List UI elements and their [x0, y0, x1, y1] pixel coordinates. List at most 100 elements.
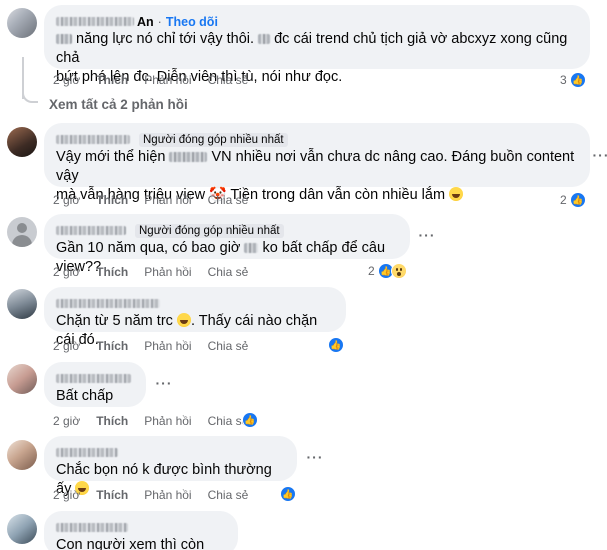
- author-row: [56, 295, 334, 312]
- separator-dot: ·: [157, 14, 162, 29]
- reaction-count: 2: [368, 264, 375, 278]
- reply-button[interactable]: Phản hồi: [144, 265, 191, 279]
- reaction-summary[interactable]: 👍: [328, 337, 344, 353]
- author-name[interactable]: An: [137, 15, 154, 29]
- share-button[interactable]: Chia sẻ: [208, 339, 249, 353]
- comment-feed: An · Theo dõi năng lực nó chỉ tới vậy th…: [0, 0, 607, 550]
- author-name-redacted[interactable]: [56, 226, 126, 235]
- more-options-icon[interactable]: ···: [417, 228, 437, 244]
- avatar[interactable]: [7, 514, 37, 544]
- author-name-redacted[interactable]: [56, 374, 131, 383]
- timestamp[interactable]: 2 giờ: [53, 414, 80, 428]
- comment-bubble: Bất chấp: [44, 362, 146, 407]
- comment-text: năng lực nó chỉ tới vậy thôi. đc cái tre…: [56, 30, 578, 68]
- avatar[interactable]: [7, 289, 37, 319]
- reaction-summary[interactable]: 2 👍: [560, 192, 586, 208]
- reply-button[interactable]: Phản hồi: [144, 414, 191, 428]
- view-replies-link[interactable]: Xem tất cả 2 phản hồi: [49, 97, 188, 112]
- reply-button[interactable]: Phản hồi: [144, 73, 191, 87]
- comment-text: Vậy mới thể hiện VN nhiều nơi vẫn chưa d…: [56, 148, 578, 186]
- more-options-icon[interactable]: ···: [591, 148, 607, 164]
- comment-actions: 2 giờ Thích Phản hồi Chia sẻ: [53, 339, 264, 353]
- author-row: Người đóng góp nhiều nhất: [56, 222, 398, 239]
- comment-actions: 2 giờ Thích Phản hồi Chia sẻ: [53, 193, 264, 207]
- like-button[interactable]: Thích: [96, 73, 128, 87]
- reaction-count: 3: [560, 73, 567, 87]
- author-name-redacted[interactable]: [56, 17, 134, 26]
- comment-actions: 2 giờ Thích Phản hồi Chia sẻ: [53, 488, 264, 502]
- author-row: [56, 370, 134, 387]
- more-options-icon[interactable]: ···: [154, 376, 174, 392]
- timestamp[interactable]: 2 giờ: [53, 339, 80, 353]
- more-options-icon[interactable]: ···: [305, 450, 325, 466]
- wow-reaction-icon: [390, 263, 407, 279]
- comment-text-segment: Gần 10 năm qua, có bao giờ: [56, 240, 241, 256]
- like-reaction-icon: 👍: [242, 412, 258, 428]
- comment-bubble: Người đóng góp nhiều nhất Vậy mới thể hi…: [44, 123, 590, 203]
- timestamp[interactable]: 2 giờ: [53, 73, 80, 87]
- like-reaction-icon: 👍: [569, 192, 586, 208]
- redacted-word: [258, 34, 271, 45]
- reaction-summary[interactable]: 2 👍: [368, 263, 407, 279]
- like-button[interactable]: Thích: [96, 265, 128, 279]
- like-button[interactable]: Thích: [96, 339, 128, 353]
- comment-actions: 2 giờ Thích Phản hồi Chia sẻ: [53, 73, 264, 87]
- comment-text-segment: năng lực nó chỉ tới vậy thôi.: [76, 31, 255, 47]
- author-name-redacted[interactable]: [56, 523, 128, 532]
- redacted-word: [169, 152, 208, 163]
- reaction-count: 2: [560, 193, 567, 207]
- top-contributor-badge: Người đóng góp nhiều nhất: [135, 223, 284, 238]
- share-button[interactable]: Chia sẻ: [208, 193, 249, 207]
- author-row: [56, 519, 226, 536]
- comment-actions: 2 giờ Thích Phản hồi Chia sẻ: [53, 414, 264, 428]
- like-button[interactable]: Thích: [96, 193, 128, 207]
- laughing-emoji: [176, 313, 191, 327]
- author-row: An · Theo dõi: [56, 13, 578, 30]
- comment-text: Bất chấp: [56, 388, 114, 404]
- avatar[interactable]: [7, 217, 37, 247]
- follow-link[interactable]: Theo dõi: [166, 15, 218, 29]
- share-button[interactable]: Chia sẻ: [208, 488, 249, 502]
- like-reaction-icon: 👍: [569, 72, 586, 88]
- share-button[interactable]: Chia sẻ: [208, 73, 249, 87]
- author-name-redacted[interactable]: [56, 135, 130, 144]
- default-avatar-body: [12, 235, 32, 247]
- timestamp[interactable]: 2 giờ: [53, 488, 80, 502]
- comment-actions: 2 giờ Thích Phản hồi Chia sẻ: [53, 265, 264, 279]
- author-row: Người đóng góp nhiều nhất: [56, 131, 578, 148]
- avatar[interactable]: [7, 440, 37, 470]
- timestamp[interactable]: 2 giờ: [53, 193, 80, 207]
- laughing-emoji: [449, 187, 464, 201]
- redacted-word: [56, 34, 72, 45]
- like-reaction-icon: 👍: [328, 337, 344, 353]
- share-button[interactable]: Chia sẻ: [208, 265, 249, 279]
- comment-text: Con người xem thì còn làm :)): [56, 537, 205, 550]
- comment-bubble: Con người xem thì còn làm :)): [44, 511, 238, 550]
- author-name-redacted[interactable]: [56, 299, 160, 308]
- like-button[interactable]: Thích: [96, 488, 128, 502]
- avatar[interactable]: [7, 8, 37, 38]
- timestamp[interactable]: 2 giờ: [53, 265, 80, 279]
- author-row: [56, 444, 285, 461]
- thread-connector: [22, 87, 38, 103]
- comment-text-segment: Chặn từ 5 năm trc: [56, 313, 173, 329]
- like-button[interactable]: Thích: [96, 414, 128, 428]
- reaction-summary[interactable]: 👍: [280, 486, 296, 502]
- default-avatar-head: [17, 223, 27, 233]
- reply-button[interactable]: Phản hồi: [144, 193, 191, 207]
- top-contributor-badge: Người đóng góp nhiều nhất: [139, 132, 288, 147]
- author-name-redacted[interactable]: [56, 448, 118, 457]
- reaction-summary[interactable]: 👍: [242, 412, 258, 428]
- avatar[interactable]: [7, 127, 37, 157]
- comment-text-segment: Vậy mới thể hiện: [56, 149, 166, 165]
- reply-button[interactable]: Phản hồi: [144, 488, 191, 502]
- comment-bubble: Chắc bọn nó k được bình thường ấy: [44, 436, 297, 497]
- comment-bubble: Chặn từ 5 năm trc . Thấy cái nào chặn cá…: [44, 287, 346, 348]
- reaction-summary[interactable]: 3 👍: [560, 72, 586, 88]
- comment-bubble: Người đóng góp nhiều nhất Gần 10 năm qua…: [44, 214, 410, 275]
- avatar[interactable]: [7, 364, 37, 394]
- reply-button[interactable]: Phản hồi: [144, 339, 191, 353]
- comment-bubble: An · Theo dõi năng lực nó chỉ tới vậy th…: [44, 5, 590, 85]
- redacted-word: [244, 243, 259, 254]
- like-reaction-icon: 👍: [280, 486, 296, 502]
